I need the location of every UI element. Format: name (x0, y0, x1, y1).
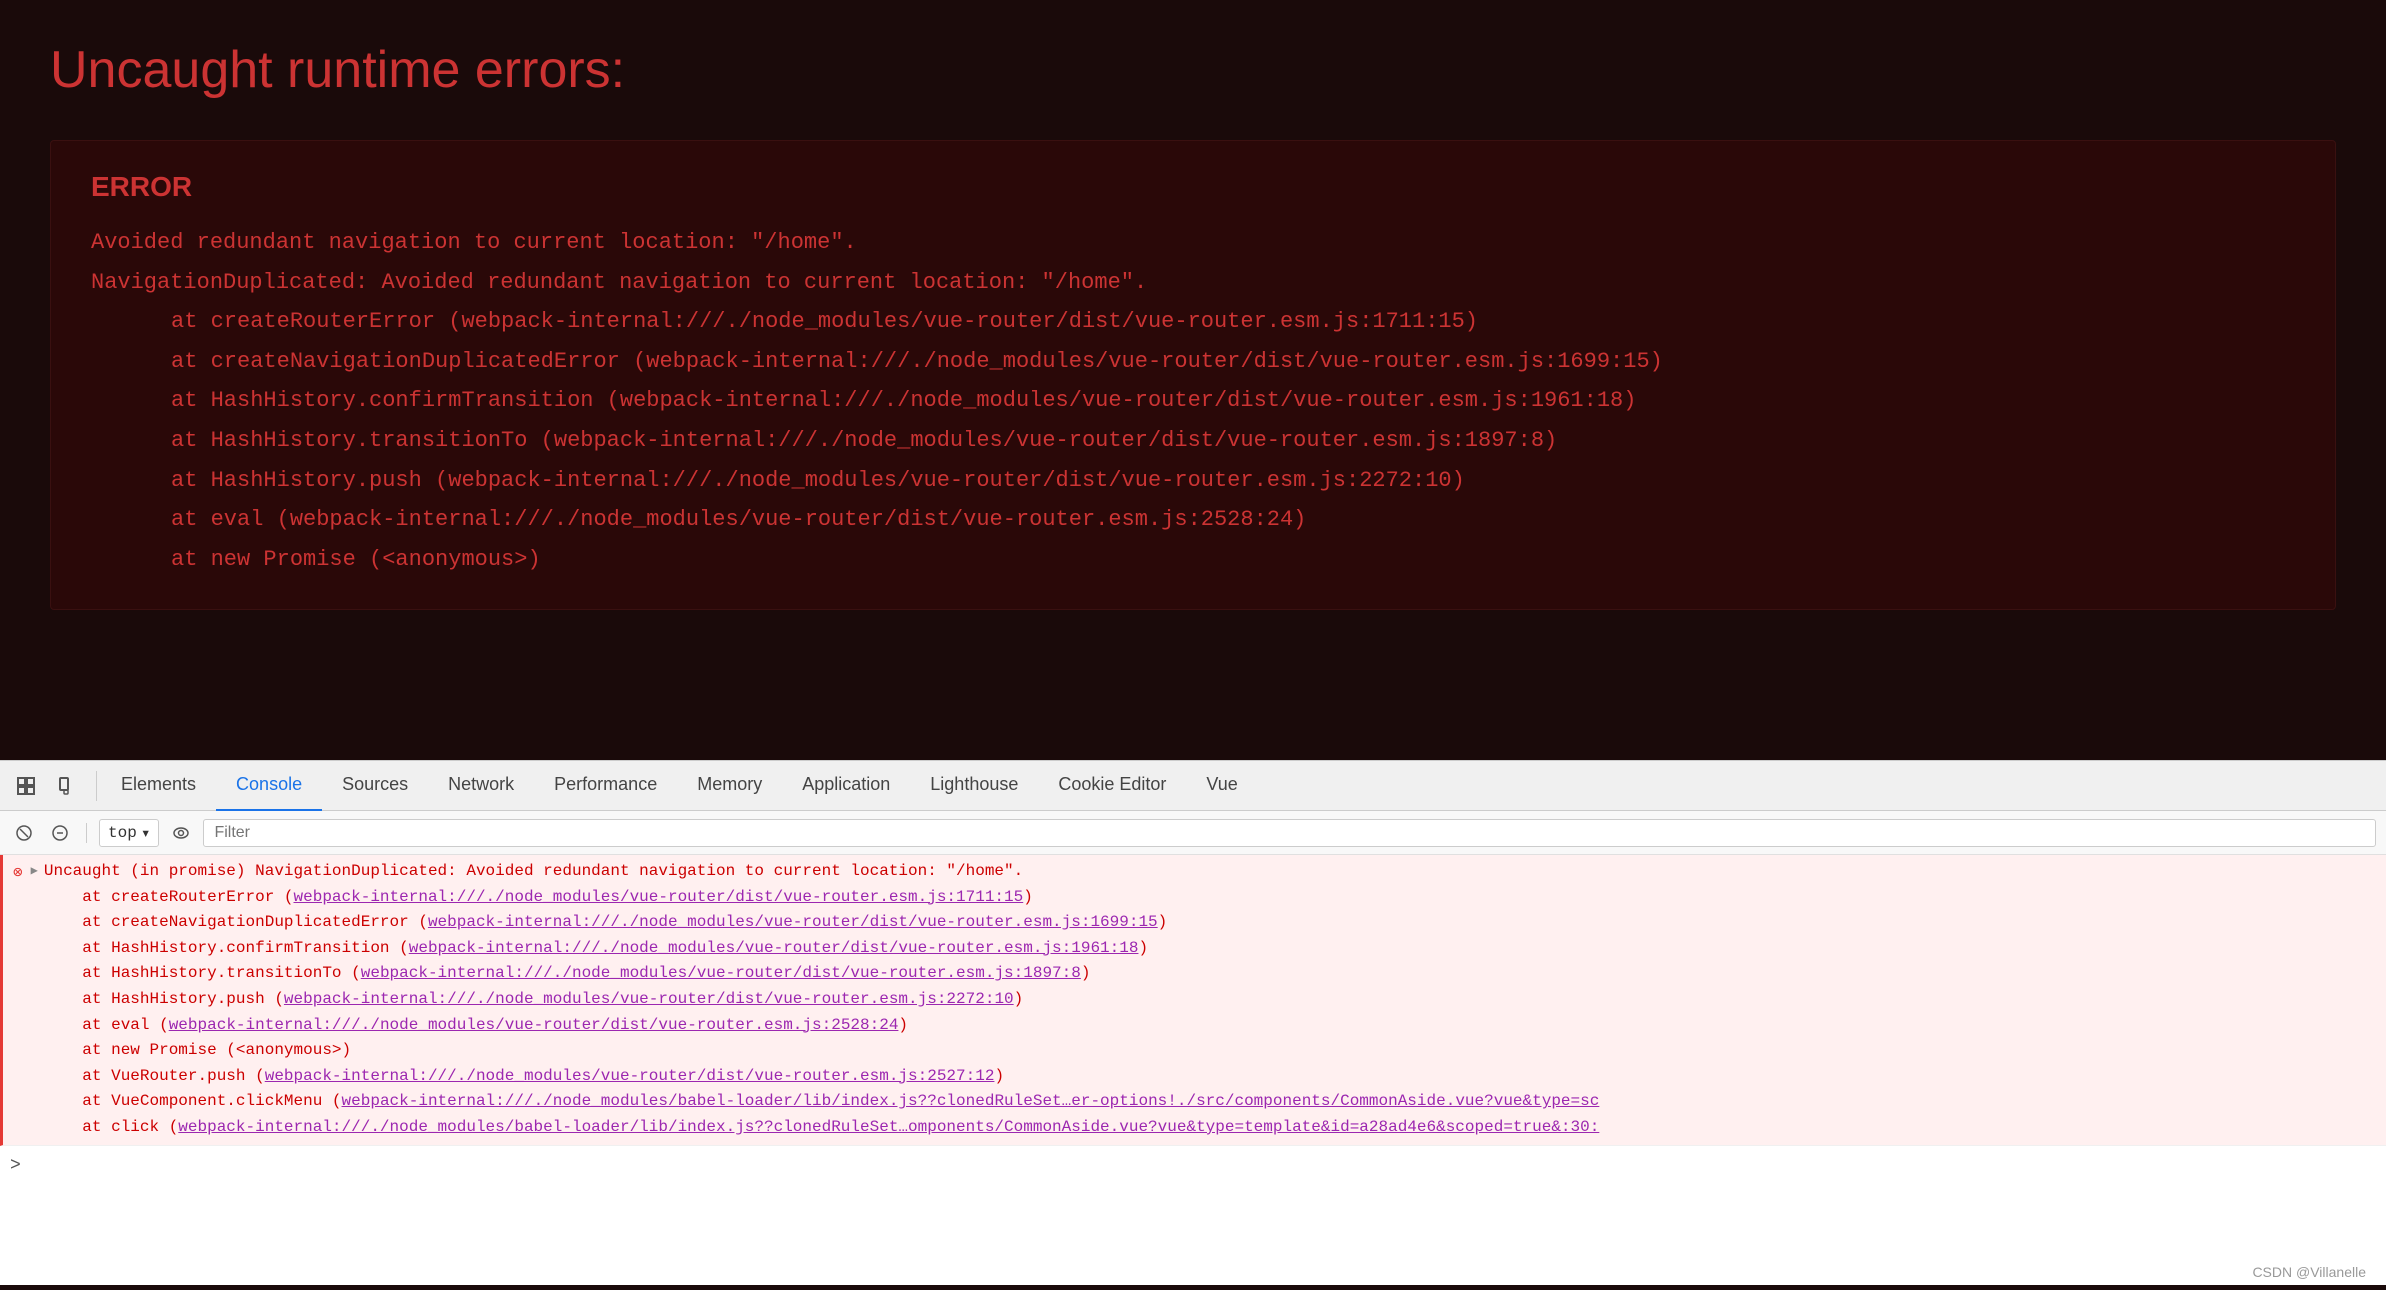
page-title: Uncaught runtime errors: (50, 40, 2336, 100)
tab-console[interactable]: Console (216, 761, 322, 811)
stack-link-1[interactable]: webpack-internal:///./node_modules/vue-r… (428, 913, 1158, 931)
error-line-5: at HashHistory.transitionTo (webpack-int… (91, 421, 2295, 461)
error-line-0: Avoided redundant navigation to current … (91, 223, 2295, 263)
devtools-panel: Elements Console Sources Network Perform… (0, 760, 2386, 1285)
devtools-tab-bar: Elements Console Sources Network Perform… (0, 761, 2386, 811)
console-prompt-icon[interactable]: > (10, 1152, 21, 1181)
tab-sources[interactable]: Sources (322, 761, 428, 811)
devtools-icon-group (10, 770, 82, 802)
stack-line-4: at HashHistory.push (webpack-internal://… (44, 987, 2376, 1013)
error-line-4: at HashHistory.confirmTransition (webpac… (91, 381, 2295, 421)
error-line-8: at new Promise (<anonymous>) (91, 540, 2295, 580)
clear-console-button[interactable] (10, 819, 38, 847)
error-line-1: NavigationDuplicated: Avoided redundant … (91, 263, 2295, 303)
error-main-line: Uncaught (in promise) NavigationDuplicat… (44, 859, 2376, 885)
tab-application[interactable]: Application (782, 761, 910, 811)
context-label: top (108, 824, 137, 842)
console-toolbar: top ▾ (0, 811, 2386, 855)
error-line-2: at createRouterError (webpack-internal:/… (91, 302, 2295, 342)
stack-line-1: at createNavigationDuplicatedError (webp… (44, 910, 2376, 936)
error-line-3: at createNavigationDuplicatedError (webp… (91, 342, 2295, 382)
dropdown-arrow-icon: ▾ (141, 823, 151, 843)
stack-line-5: at eval (webpack-internal:///./node_modu… (44, 1013, 2376, 1039)
stack-link-4[interactable]: webpack-internal:///./node_modules/vue-r… (284, 990, 1014, 1008)
inspect-icon[interactable] (10, 770, 42, 802)
console-filter-input[interactable] (203, 819, 2376, 847)
attribution-text: CSDN @Villanelle (2252, 1264, 2366, 1280)
stack-line-7: at VueRouter.push (webpack-internal:///.… (44, 1064, 2376, 1090)
error-line-7: at eval (webpack-internal:///./node_modu… (91, 500, 2295, 540)
stack-link-2[interactable]: webpack-internal:///./node_modules/vue-r… (409, 939, 1139, 957)
console-prompt-row: > (0, 1146, 2386, 1187)
error-box: ERROR Avoided redundant navigation to cu… (50, 140, 2336, 610)
stack-line-3: at HashHistory.transitionTo (webpack-int… (44, 961, 2376, 987)
stack-line-8: at VueComponent.clickMenu (webpack-inter… (44, 1089, 2376, 1115)
main-content: Uncaught runtime errors: ERROR Avoided r… (0, 0, 2386, 760)
error-text: Avoided redundant navigation to current … (91, 223, 2295, 579)
stack-line-2: at HashHistory.confirmTransition (webpac… (44, 936, 2376, 962)
context-selector[interactable]: top ▾ (99, 819, 159, 847)
stack-link-5[interactable]: webpack-internal:///./node_modules/vue-r… (169, 1016, 899, 1034)
console-output: ⊗ ▶ Uncaught (in promise) NavigationDupl… (0, 855, 2386, 1285)
stack-link-9[interactable]: webpack-internal:///./node_modules/babel… (178, 1118, 1599, 1136)
stack-line-0: at createRouterError (webpack-internal:/… (44, 885, 2376, 911)
tab-cookie-editor[interactable]: Cookie Editor (1038, 761, 1186, 811)
stack-link-3[interactable]: webpack-internal:///./node_modules/vue-r… (361, 964, 1081, 982)
stack-link-0[interactable]: webpack-internal:///./node_modules/vue-r… (294, 888, 1024, 906)
clear-errors-button[interactable] (46, 819, 74, 847)
tab-performance[interactable]: Performance (534, 761, 677, 811)
stack-line-6: at new Promise (<anonymous>) (44, 1038, 2376, 1064)
tab-lighthouse[interactable]: Lighthouse (910, 761, 1038, 811)
tab-vue[interactable]: Vue (1186, 761, 1257, 811)
tab-network[interactable]: Network (428, 761, 534, 811)
eye-icon[interactable] (167, 819, 195, 847)
console-error-text: Uncaught (in promise) NavigationDuplicat… (44, 859, 2376, 1141)
tab-elements[interactable]: Elements (101, 761, 216, 811)
toolbar-divider (86, 823, 87, 843)
stack-line-9: at click (webpack-internal:///./node_mod… (44, 1115, 2376, 1141)
error-label: ERROR (91, 171, 2295, 203)
stack-link-8[interactable]: webpack-internal:///./node_modules/babel… (342, 1092, 1600, 1110)
device-toolbar-icon[interactable] (50, 770, 82, 802)
error-line-6: at HashHistory.push (webpack-internal://… (91, 461, 2295, 501)
console-error-entry: ⊗ ▶ Uncaught (in promise) NavigationDupl… (0, 855, 2386, 1146)
error-circle-icon: ⊗ (13, 861, 23, 887)
expand-arrow-icon[interactable]: ▶ (31, 862, 38, 881)
stack-link-7[interactable]: webpack-internal:///./node_modules/vue-r… (265, 1067, 995, 1085)
tab-divider-start (96, 771, 97, 801)
tab-memory[interactable]: Memory (677, 761, 782, 811)
